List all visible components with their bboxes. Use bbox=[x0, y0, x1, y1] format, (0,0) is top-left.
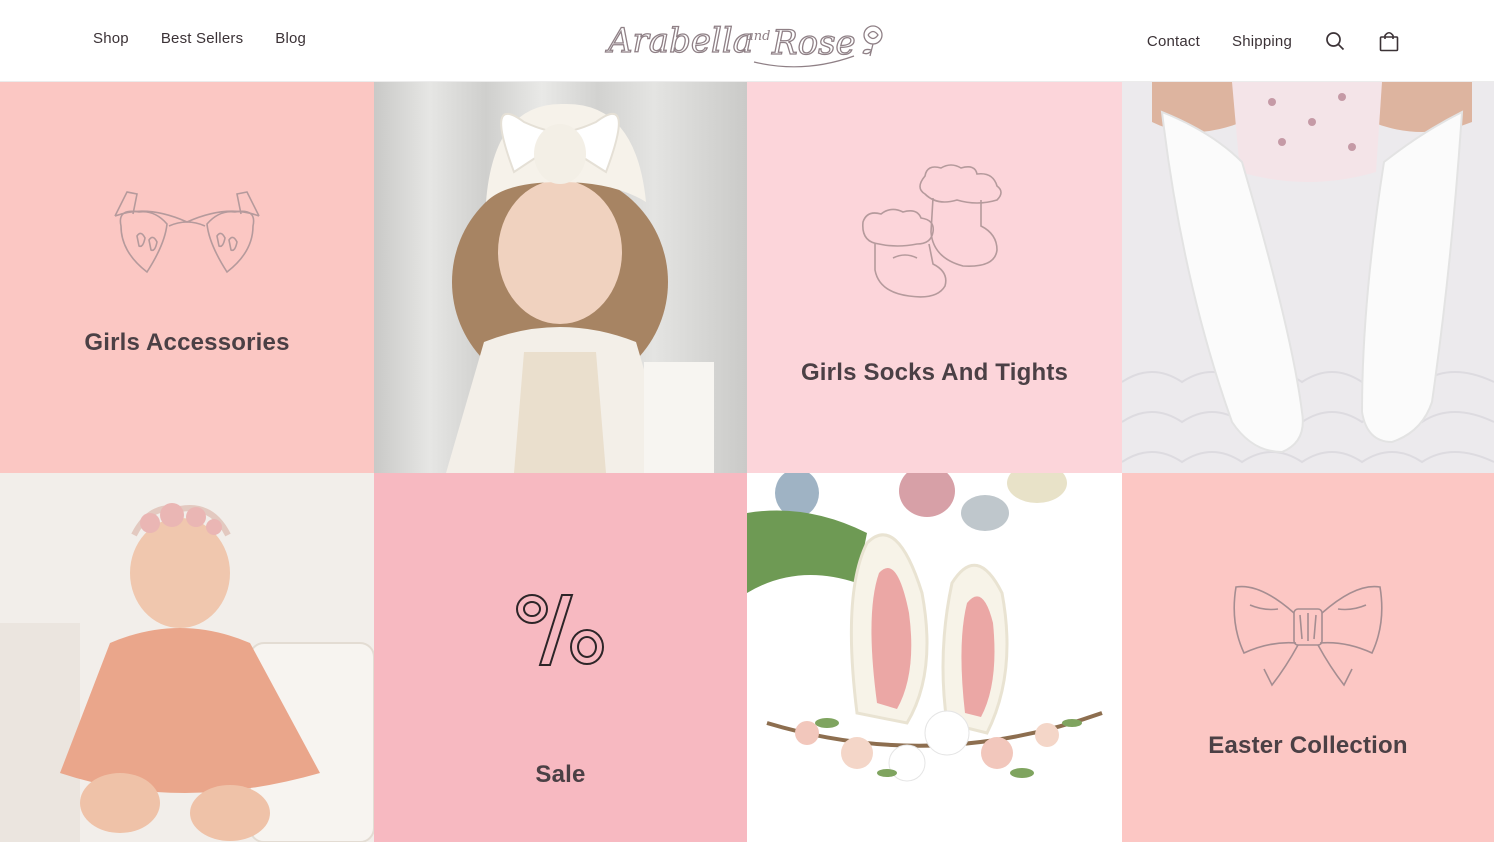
svg-text:Arabella: Arabella bbox=[605, 21, 753, 61]
category-grid: Girls Accessories Girls Socks And Tights… bbox=[0, 82, 1494, 842]
site-header: Shop Best Sellers Blog Arabella and Rose… bbox=[0, 0, 1494, 82]
heart-sunglasses-icon bbox=[114, 191, 260, 274]
photo-bunny-ears-headband[interactable] bbox=[747, 473, 1122, 842]
tile-label: Sale bbox=[535, 761, 586, 788]
nav-shipping[interactable]: Shipping bbox=[1232, 33, 1292, 50]
nav-blog[interactable]: Blog bbox=[275, 30, 306, 47]
tile-girls-accessories[interactable]: Girls Accessories bbox=[0, 82, 374, 473]
photo-baby-peach-dress[interactable] bbox=[0, 473, 374, 842]
tile-label: Easter Collection bbox=[1208, 732, 1408, 759]
cart-icon[interactable] bbox=[1378, 30, 1400, 52]
toddler-photo bbox=[374, 82, 747, 473]
knee-socks-photo bbox=[1122, 82, 1494, 473]
tile-label: Girls Socks And Tights bbox=[800, 359, 1069, 386]
bunny-ears-photo bbox=[747, 473, 1122, 842]
photo-toddler-turban[interactable] bbox=[374, 82, 747, 473]
nav-best-sellers[interactable]: Best Sellers bbox=[161, 30, 243, 47]
tile-label: Girls Accessories bbox=[84, 329, 290, 356]
search-icon[interactable] bbox=[1324, 30, 1346, 52]
baby-dress-photo bbox=[0, 473, 374, 842]
brand-logo-svg: Arabella and Rose bbox=[604, 20, 883, 68]
percent-icon bbox=[516, 594, 604, 666]
secondary-nav: Contact Shipping bbox=[1147, 30, 1400, 52]
nav-shop[interactable]: Shop bbox=[93, 30, 129, 47]
bow-icon bbox=[1233, 585, 1383, 687]
tile-easter-collection[interactable]: Easter Collection bbox=[1122, 473, 1494, 842]
primary-nav: Shop Best Sellers Blog bbox=[93, 30, 306, 47]
svg-text:Rose: Rose bbox=[771, 23, 856, 63]
tile-sale[interactable]: Sale bbox=[374, 473, 747, 842]
brand-logo[interactable]: Arabella and Rose bbox=[604, 12, 894, 72]
tile-girls-socks-tights[interactable]: Girls Socks And Tights bbox=[747, 82, 1122, 473]
rose-icon bbox=[862, 25, 883, 57]
svg-text:and: and bbox=[746, 29, 770, 44]
photo-baby-knee-socks[interactable] bbox=[1122, 82, 1494, 473]
frilly-socks-icon bbox=[862, 164, 1002, 298]
nav-contact[interactable]: Contact bbox=[1147, 33, 1200, 50]
